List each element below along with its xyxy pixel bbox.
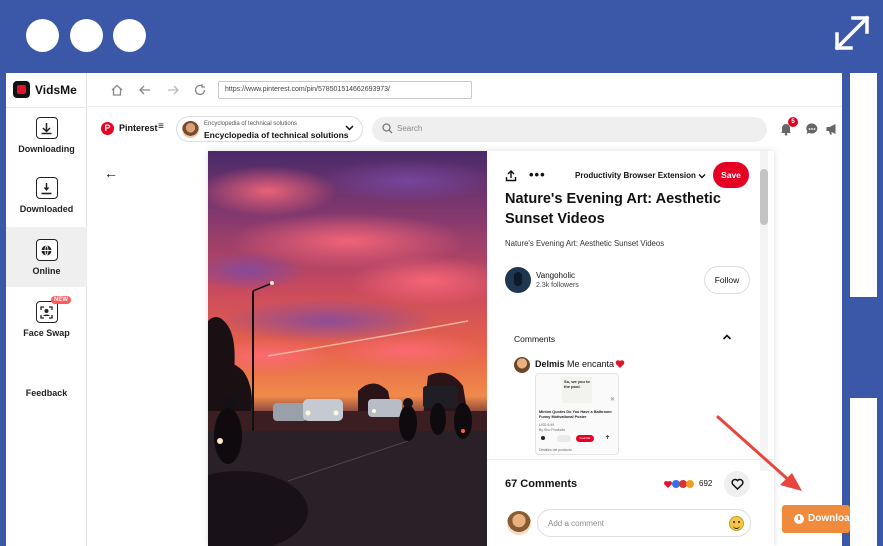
board-subtitle: Encyclopedia of technical solutions xyxy=(204,121,298,127)
extension-dropdown[interactable]: Productivity Browser Extension xyxy=(575,171,706,180)
commenter-avatar[interactable] xyxy=(514,357,530,373)
sidebar-item-downloading[interactable]: Downloading xyxy=(6,113,87,163)
face-scan-icon xyxy=(35,301,58,323)
vidsme-logo-icon xyxy=(13,81,30,98)
comments-heading: Comments xyxy=(514,334,556,344)
close-icon[interactable]: ✕ xyxy=(610,396,615,403)
window-dot-1 xyxy=(26,19,59,52)
sidebar-item-downloaded[interactable]: Downloaded xyxy=(6,173,87,223)
notification-badge: 5 xyxy=(788,117,798,127)
side-panel-bottom xyxy=(850,398,877,546)
pin-description: Nature's Evening Art: Aesthetic Sunset V… xyxy=(505,239,665,248)
current-user-avatar[interactable] xyxy=(507,511,531,535)
embedded-browser: https://www.pinterest.com/pin/5785015146… xyxy=(88,73,842,546)
app-window: VidsMe Downloading Downloaded Online NEW… xyxy=(6,73,842,546)
pinterest-header: P Pinterest ≡ Encyclopedia of technical … xyxy=(88,107,842,151)
sidebar-item-label: Downloading xyxy=(18,144,75,154)
board-selector[interactable]: Encyclopedia of technical solutions Ency… xyxy=(176,116,363,142)
author-avatar[interactable] xyxy=(505,267,531,293)
sidebar-item-label: Online xyxy=(32,266,61,276)
author-name[interactable]: Vangoholic xyxy=(536,271,575,280)
download-icon xyxy=(794,514,804,524)
comments-count: 67 Comments xyxy=(505,478,578,490)
download-tray-icon xyxy=(35,117,58,139)
search-icon xyxy=(382,123,393,134)
pin-closeup: ••• Productivity Browser Extension Save … xyxy=(208,151,774,546)
embed-seller: By Sho Products xyxy=(539,428,566,432)
new-badge: NEW xyxy=(51,296,71,304)
emoji-picker-icon[interactable] xyxy=(729,516,744,531)
browser-toolbar: https://www.pinterest.com/pin/5785015146… xyxy=(88,73,842,107)
more-options-icon[interactable]: ••• xyxy=(529,167,546,182)
embed-save-button[interactable]: Guardar xyxy=(576,435,594,442)
reload-icon[interactable] xyxy=(193,83,207,97)
comment-embedded-pin[interactable]: So, we you to the pool. ✕ Minion Quotes … xyxy=(535,373,619,455)
pin-title: Nature's Evening Art: Aesthetic Sunset V… xyxy=(505,191,721,227)
comment-text: Me encanta xyxy=(567,359,615,369)
embed-thumbnail: So, we you to the pool. xyxy=(562,377,592,403)
chevron-down-icon xyxy=(345,125,354,131)
forward-icon[interactable] xyxy=(166,83,180,97)
window-dot-3 xyxy=(113,19,146,52)
embed-actions: Guardar xyxy=(539,434,617,444)
chevron-up-icon[interactable] xyxy=(722,332,732,342)
embed-image-text: So, we you to the pool. xyxy=(564,379,590,389)
back-arrow-icon[interactable]: ← xyxy=(104,165,118,181)
author-followers: 2.3k followers xyxy=(536,282,579,289)
side-panel-top xyxy=(850,73,877,297)
megaphone-icon[interactable] xyxy=(825,122,839,136)
board-title: Encyclopedia of technical solutions xyxy=(204,130,349,140)
chat-icon[interactable] xyxy=(805,122,819,136)
heart-emoji-icon xyxy=(615,360,625,368)
share-icon[interactable] xyxy=(505,170,517,182)
sidebar-divider xyxy=(6,107,87,108)
board-avatar xyxy=(182,121,199,138)
pin-details: ••• Productivity Browser Extension Save … xyxy=(487,151,774,546)
reaction-count: 692 xyxy=(699,479,713,488)
pinterest-brand[interactable]: Pinterest xyxy=(119,123,158,133)
globe-icon xyxy=(35,239,58,261)
window-dot-2 xyxy=(70,19,103,52)
like-button[interactable] xyxy=(724,471,750,497)
follow-button[interactable]: Follow xyxy=(704,266,750,294)
sidebar-item-label: Downloaded xyxy=(19,204,74,214)
save-button[interactable]: Save xyxy=(713,162,749,188)
hamburger-menu-icon[interactable]: ≡ xyxy=(158,121,164,132)
sidebar-item-face-swap[interactable]: NEW Face Swap xyxy=(6,295,87,345)
chevron-down-icon xyxy=(698,173,706,179)
comment-input[interactable]: Add a comment xyxy=(537,509,751,537)
sidebar-item-label: Face Swap xyxy=(23,328,70,338)
download-label: Download xyxy=(808,513,850,524)
feedback-link[interactable]: Feedback xyxy=(6,388,87,398)
sidebar: VidsMe Downloading Downloaded Online NEW… xyxy=(6,73,87,546)
commenter-name[interactable]: Delmis xyxy=(535,359,565,369)
app-name: VidsMe xyxy=(35,82,77,97)
app-logo: VidsMe xyxy=(13,81,77,98)
expand-icon[interactable] xyxy=(831,12,873,54)
embed-more-icon[interactable] xyxy=(541,436,545,440)
comments-divider xyxy=(487,459,774,460)
home-icon[interactable] xyxy=(110,83,124,97)
back-icon[interactable] xyxy=(138,83,152,97)
heart-outline-icon xyxy=(730,478,744,490)
downloaded-tray-icon xyxy=(35,177,58,199)
download-button[interactable]: Download xyxy=(782,505,850,533)
embed-share-icon[interactable] xyxy=(605,435,610,440)
comment-placeholder: Add a comment xyxy=(548,519,605,528)
reactions-icon[interactable] xyxy=(663,479,695,489)
embed-price: USD 6.99 xyxy=(539,423,555,427)
sidebar-item-online[interactable]: Online xyxy=(6,227,87,287)
embed-title: Minion Quotes Do You Have a Bathroom Fun… xyxy=(539,410,612,419)
pinterest-logo-icon[interactable]: P xyxy=(101,122,114,135)
scrollbar-thumb[interactable] xyxy=(760,169,768,225)
embed-pill[interactable] xyxy=(557,435,571,442)
sunset-photo[interactable] xyxy=(208,151,487,546)
embed-footer: Detalles del producto xyxy=(539,448,572,452)
extension-dropdown-label: Productivity Browser Extension xyxy=(575,171,696,180)
search-input[interactable]: Search xyxy=(372,117,767,142)
url-bar[interactable]: https://www.pinterest.com/pin/5785015146… xyxy=(218,81,472,99)
search-placeholder: Search xyxy=(397,124,423,133)
